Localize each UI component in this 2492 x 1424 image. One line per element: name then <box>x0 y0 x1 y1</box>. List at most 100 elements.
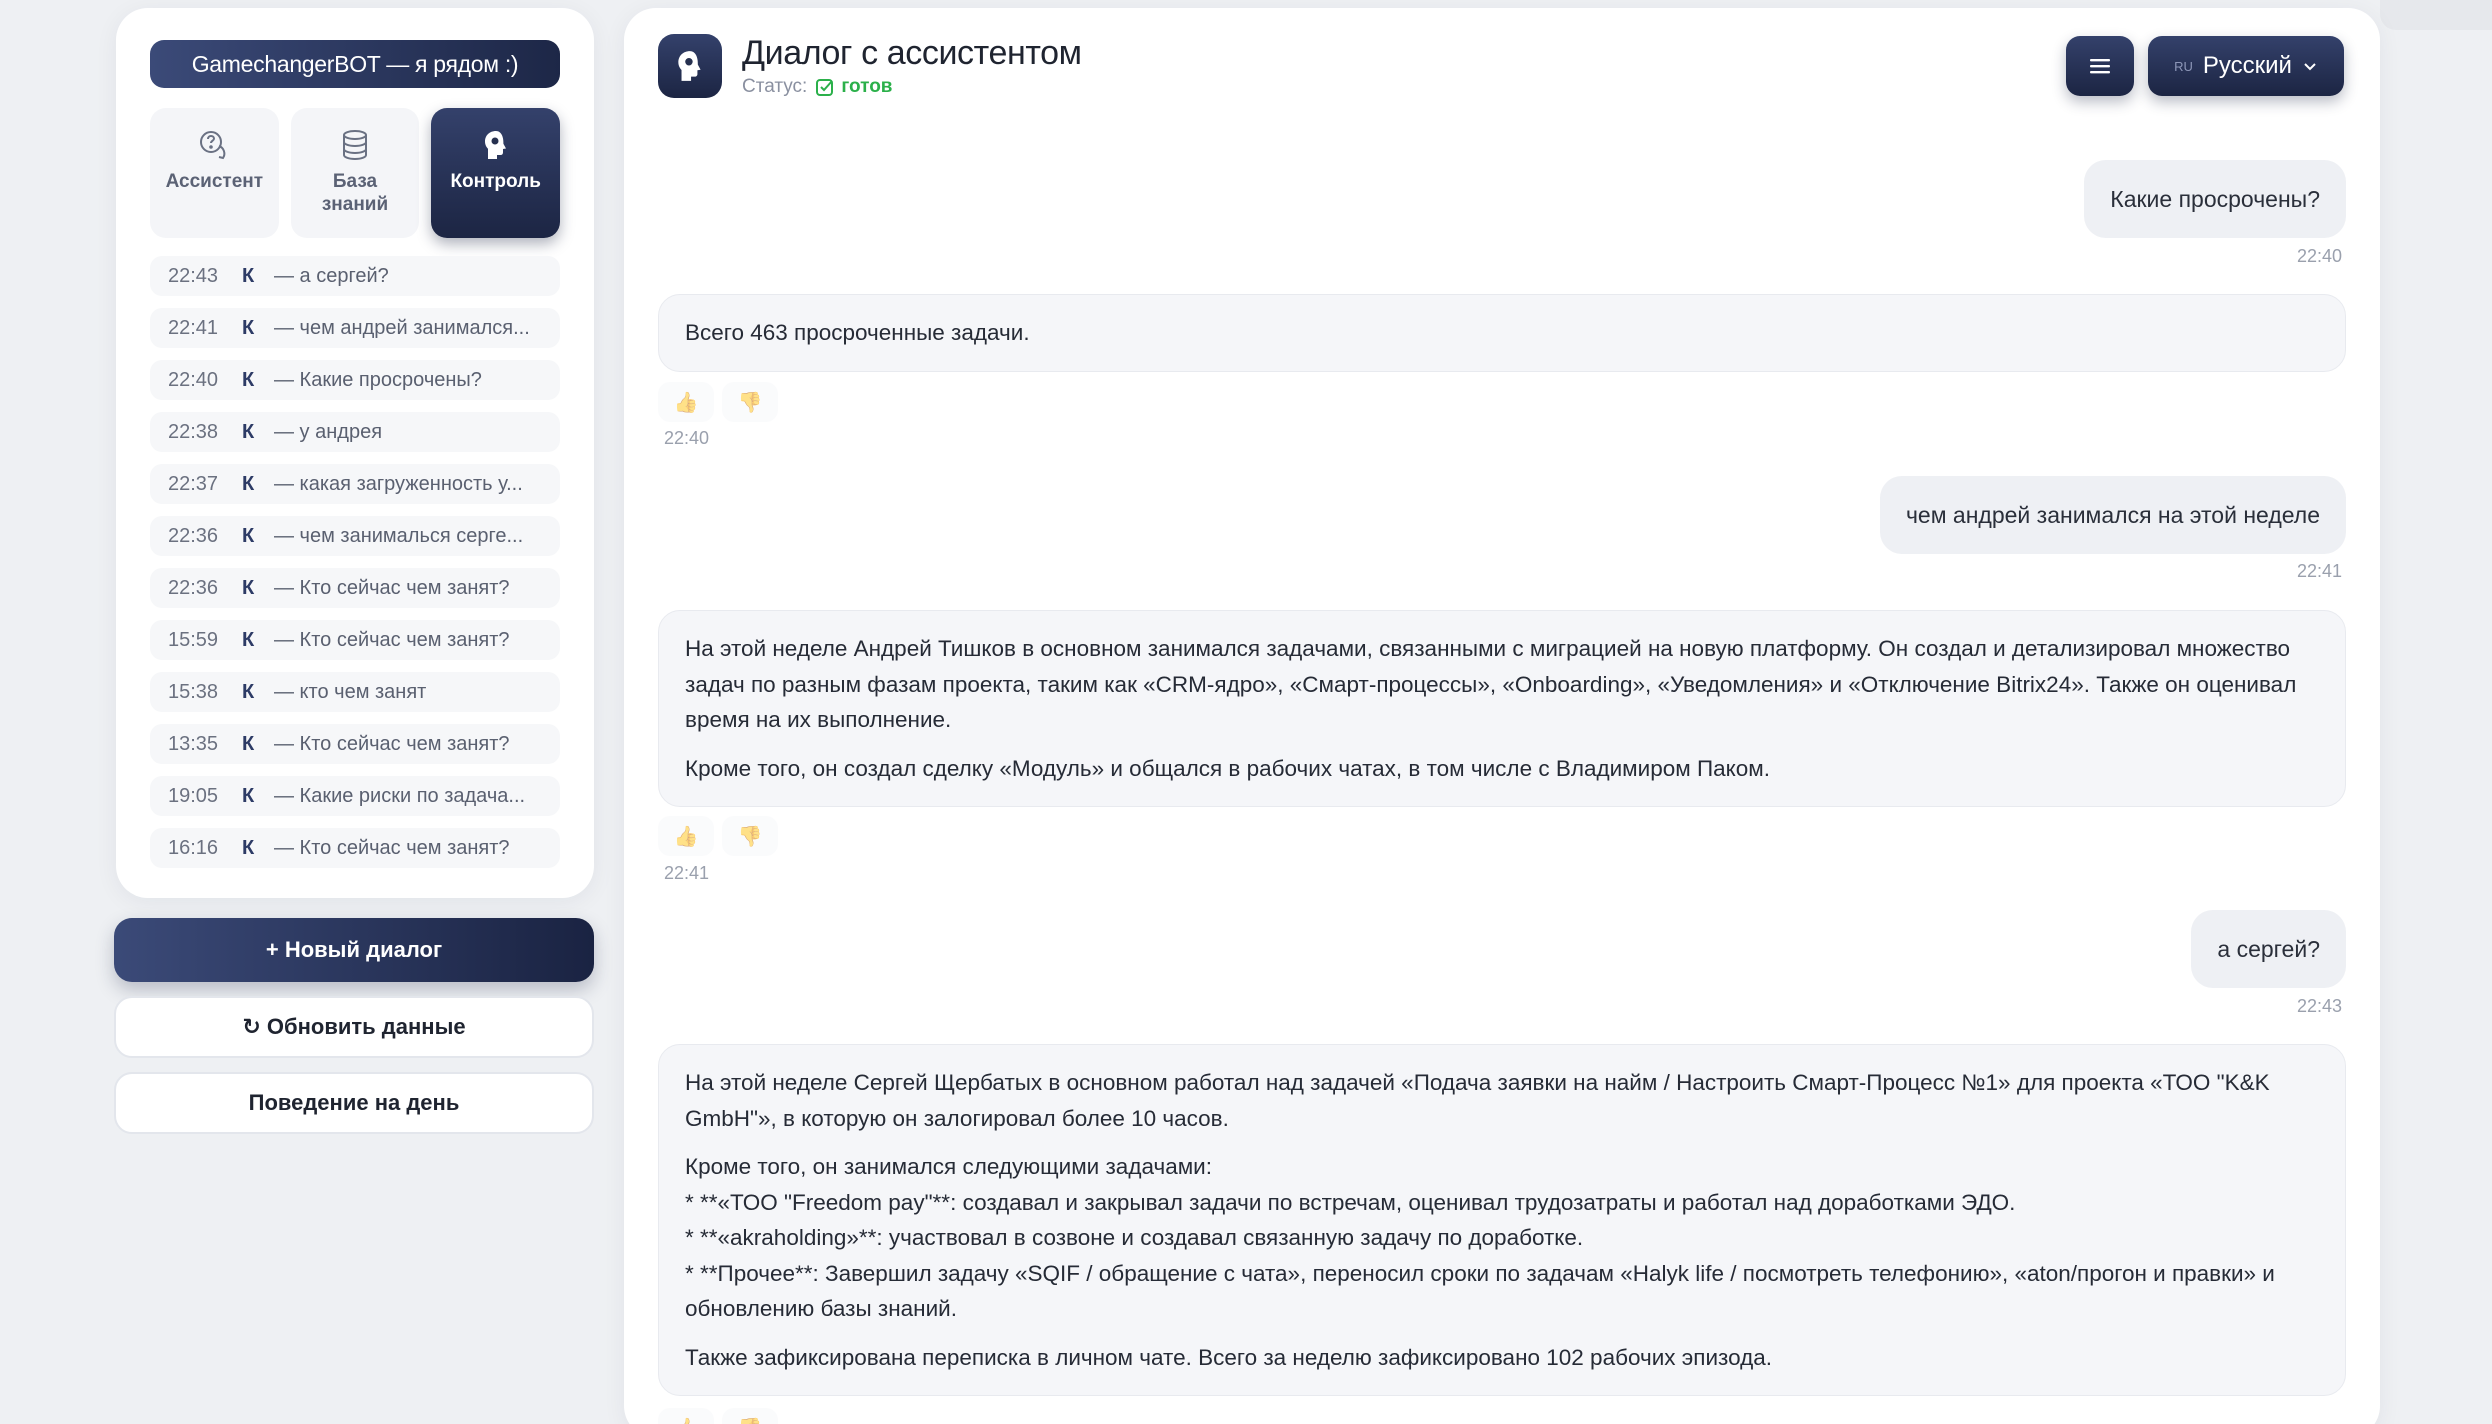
history-tag: К <box>242 576 255 599</box>
history-time: 15:59 <box>168 628 219 651</box>
database-icon <box>343 130 367 161</box>
history-time: 22:38 <box>168 420 219 443</box>
history-item[interactable]: 22:36 К — чем занималься серге... <box>150 516 560 556</box>
history-time: 16:16 <box>168 836 219 859</box>
thumbs-down-icon[interactable]: 👎 <box>722 816 778 856</box>
tab-control[interactable]: Контроль <box>431 108 561 238</box>
history-item[interactable]: 22:40 К — Какие просрочены? <box>150 360 560 400</box>
history-time: 22:41 <box>168 316 219 339</box>
thumbs-down-icon[interactable]: 👎 <box>722 1408 778 1424</box>
history-text: — Кто сейчас чем занят? <box>274 628 510 651</box>
history-tag: К <box>242 368 255 391</box>
reaction-bar: 👍 👎 <box>658 1408 778 1424</box>
history-time: 22:40 <box>168 368 219 391</box>
status-line: Статус: готов <box>742 76 892 98</box>
status-value: готов <box>841 76 893 97</box>
user-message: Какие просрочены? <box>2084 160 2346 238</box>
history-item[interactable]: 13:35 К — Кто сейчас чем занят? <box>150 724 560 764</box>
thumbs-up-icon[interactable]: 👍 <box>658 816 714 856</box>
assistant-message: Всего 463 просроченные задачи. <box>658 294 2346 372</box>
history-tag: К <box>242 472 255 495</box>
message-paragraph: На этой неделе Сергей Щербатых в основно… <box>685 1070 2270 1131</box>
history-tag: К <box>242 784 255 807</box>
assistant-message: На этой неделе Сергей Щербатых в основно… <box>658 1044 2346 1396</box>
history-text: — Кто сейчас чем занят? <box>274 836 510 859</box>
hamburger-icon <box>2090 59 2110 74</box>
history-tag: К <box>242 264 255 287</box>
history-item[interactable]: 22:37 К — какая загруженность у... <box>150 464 560 504</box>
history-item[interactable]: 16:16 К — Кто сейчас чем занят? <box>150 828 560 868</box>
message-paragraph: На этой неделе Андрей Тишков в основном … <box>685 636 2297 732</box>
message-paragraph: Также зафиксирована переписка в личном ч… <box>685 1344 1772 1370</box>
user-message: чем андрей занимался на этой неделе <box>1879 476 2346 554</box>
language-select[interactable]: RU Русский <box>2148 36 2344 96</box>
history-text: — Какие просрочены? <box>274 368 482 391</box>
history-tag: К <box>242 628 255 651</box>
history-text: — чем занималься серге... <box>274 524 524 547</box>
history-time: 22:36 <box>168 576 219 599</box>
dialog-history-list: 22:43 К — а сергей? 22:41 К — чем андрей зан… <box>150 256 560 880</box>
history-text: — Кто сейчас чем занят? <box>274 576 510 599</box>
history-item[interactable]: 22:41 К — чем андрей занимался... <box>150 308 560 348</box>
history-tag: К <box>242 732 255 755</box>
tab-knowledge-base[interactable]: База знаний <box>290 108 420 238</box>
page-title: Диалог с ассистентом <box>742 34 1082 72</box>
history-time: 19:05 <box>168 784 219 807</box>
list-item: * **«akraholding»**: участвовал в созвон… <box>685 1225 1584 1250</box>
history-text: — чем андрей занимался... <box>274 316 530 339</box>
brain-head-icon <box>678 51 701 81</box>
message-time: 22:40 <box>664 428 710 448</box>
history-text: — у андрея <box>274 420 383 443</box>
list-intro: Кроме того, он занимался следующими зада… <box>685 1154 1212 1179</box>
history-tag: К <box>242 316 255 339</box>
history-text: — а сергей? <box>274 264 389 287</box>
sidebar-panel: GamechangerBOT — я рядом :) Ассистент Ба… <box>116 8 594 898</box>
top-strip <box>2380 0 2492 30</box>
new-dialog-button[interactable]: + Новый диалог <box>114 918 594 982</box>
message-time: 22:40 <box>2296 246 2342 266</box>
history-text: — какая загруженность у... <box>274 472 523 495</box>
language-code: RU <box>2174 58 2193 74</box>
history-item[interactable]: 22:43 К — а сергей? <box>150 256 560 296</box>
history-text: — Какие риски по задача... <box>274 784 526 807</box>
message-time: 22:41 <box>2296 561 2342 581</box>
thumbs-up-icon[interactable]: 👍 <box>658 382 714 422</box>
status-badge: готов <box>815 76 892 98</box>
brain-head-icon <box>484 131 506 159</box>
refresh-data-button[interactable]: ↻ Обновить данные <box>114 996 594 1058</box>
status-label: Статус: <box>742 76 808 97</box>
history-tag: К <box>242 420 255 443</box>
message-time: 22:41 <box>664 863 710 883</box>
check-square-icon <box>816 79 834 96</box>
assistant-message: На этой неделе Андрей Тишков в основном … <box>658 610 2346 807</box>
message-paragraph: Всего 463 просроченные задачи. <box>685 320 1030 345</box>
tab-knowledge-base-label: База знаний <box>321 171 389 215</box>
menu-button[interactable] <box>2066 36 2134 96</box>
history-time: 22:43 <box>168 264 219 287</box>
day-behavior-button[interactable]: Поведение на день <box>114 1072 594 1134</box>
history-text: — Кто сейчас чем занят? <box>274 732 510 755</box>
history-tag: К <box>242 524 255 547</box>
thumbs-down-icon[interactable]: 👎 <box>722 382 778 422</box>
tab-assistant-label: Ассистент <box>165 171 264 192</box>
tab-assistant[interactable]: Ассистент <box>150 108 279 238</box>
thumbs-up-icon[interactable]: 👍 <box>658 1408 714 1424</box>
history-item[interactable]: 22:36 К — Кто сейчас чем занят? <box>150 568 560 608</box>
message-paragraph: Кроме того, он занимался следующими зада… <box>685 1149 2319 1327</box>
history-time: 15:38 <box>168 680 219 703</box>
history-item[interactable]: 15:38 К — кто чем занят <box>150 672 560 712</box>
history-tag: К <box>242 680 255 703</box>
history-time: 22:37 <box>168 472 219 495</box>
reaction-bar: 👍 👎 <box>658 382 778 422</box>
message-paragraph: Кроме того, он создал сделку «Модуль» и … <box>685 755 1770 781</box>
history-item[interactable]: 19:05 К — Какие риски по задача... <box>150 776 560 816</box>
list-item: * **Прочее**: Завершил задачу «SQIF / об… <box>685 1260 2275 1322</box>
language-label: Русский <box>2202 52 2292 79</box>
history-time: 13:35 <box>168 732 219 755</box>
user-message: а сергей? <box>2191 910 2346 988</box>
message-time: 22:43 <box>2296 996 2342 1016</box>
brand-badge: GamechangerBOT — я рядом :) <box>150 40 560 88</box>
history-item[interactable]: 15:59 К — Кто сейчас чем занят? <box>150 620 560 660</box>
history-tag: К <box>242 836 255 859</box>
history-item[interactable]: 22:38 К — у андрея <box>150 412 560 452</box>
